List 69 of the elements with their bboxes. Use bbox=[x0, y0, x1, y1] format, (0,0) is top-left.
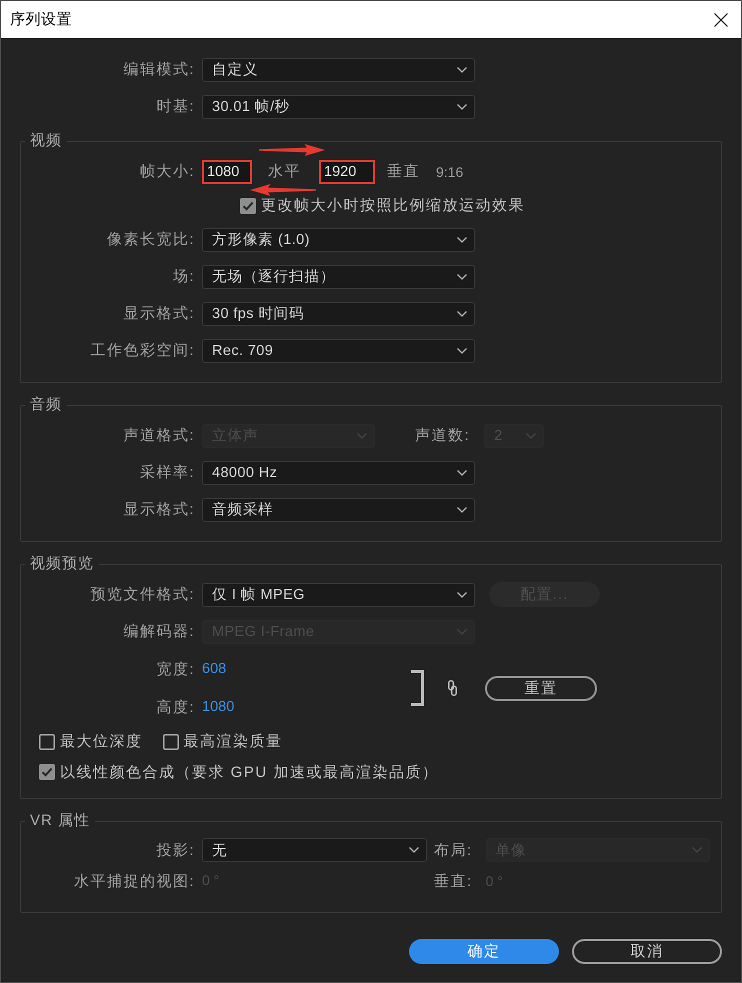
chevron-down-icon bbox=[457, 274, 467, 280]
dropdown[interactable]: 仅 I 帧 MPEG bbox=[202, 582, 475, 606]
chevron-down-icon bbox=[457, 348, 467, 354]
frame-height-field[interactable]: 1920 bbox=[319, 160, 375, 184]
dropdown[interactable]: 方形像素 (1.0) bbox=[202, 228, 475, 252]
confirm-button[interactable]: 确定 bbox=[409, 939, 559, 964]
field-label: 时基: bbox=[155, 97, 195, 116]
field-label: 宽度: bbox=[155, 660, 195, 678]
field-label: 预览文件格式: bbox=[89, 585, 195, 604]
section-title: 音频 bbox=[29, 397, 63, 413]
section-title: 视频 bbox=[29, 133, 63, 149]
cancel-button[interactable]: 取消 bbox=[572, 939, 722, 964]
checkbox-label: 更改帧大小时按照比例缩放运动效果 bbox=[261, 197, 525, 214]
field-label: 垂直 bbox=[387, 162, 420, 181]
field-label: 编辑模式: bbox=[122, 60, 195, 79]
checkbox[interactable] bbox=[162, 734, 178, 750]
dropdown[interactable]: 48000 Hz bbox=[202, 460, 475, 484]
window-title: 序列设置 bbox=[10, 10, 73, 29]
chevron-down-icon bbox=[457, 628, 467, 634]
dimension-value[interactable]: 608 bbox=[202, 661, 226, 677]
field-label: 声道数: bbox=[415, 426, 470, 445]
chevron-down-icon bbox=[692, 847, 702, 853]
checkbox-label: 以线性颜色合成（要求 GPU 加速或最高渲染品质） bbox=[60, 764, 438, 780]
checkbox-label: 最高渲染质量 bbox=[184, 733, 282, 750]
field-label: 采样率: bbox=[138, 463, 195, 482]
field-label: 显示格式: bbox=[122, 304, 195, 323]
dropdown[interactable]: 无场（逐行扫描） bbox=[202, 264, 475, 288]
dropdown[interactable]: 无 bbox=[202, 838, 427, 862]
dropdown[interactable]: 音频采样 bbox=[202, 498, 475, 522]
checkbox[interactable] bbox=[39, 764, 55, 780]
section-title: 视频预览 bbox=[29, 556, 95, 572]
close-icon bbox=[714, 12, 728, 26]
chevron-down-icon bbox=[457, 236, 467, 242]
chevron-down-icon bbox=[457, 66, 467, 72]
chevron-down-icon bbox=[526, 432, 536, 438]
field-label: 水平捕捉的视图: bbox=[72, 872, 195, 890]
field-label: 显示格式: bbox=[122, 500, 195, 519]
link-icon[interactable] bbox=[448, 680, 457, 696]
field-label: 工作色彩空间: bbox=[89, 341, 195, 360]
chevron-down-icon bbox=[457, 506, 467, 512]
field-label: 声道格式: bbox=[122, 426, 195, 445]
dropdown[interactable]: Rec. 709 bbox=[202, 338, 475, 362]
chevron-down-icon bbox=[457, 470, 467, 476]
checkbox-label: 最大位深度 bbox=[60, 733, 142, 750]
aspect-ratio-text: 9:16 bbox=[436, 164, 464, 180]
dropdown[interactable]: 30.01 帧/秒 bbox=[202, 94, 475, 118]
bracket-icon bbox=[411, 670, 424, 706]
field-label: 编解码器: bbox=[122, 622, 195, 641]
dimension-value[interactable]: 1080 bbox=[202, 699, 234, 715]
field-label: 高度: bbox=[155, 698, 195, 716]
chevron-down-icon bbox=[457, 104, 467, 110]
section-title: VR 属性 bbox=[29, 813, 92, 829]
frame-width-field[interactable]: 1080 bbox=[202, 160, 252, 184]
field-label: 布局: bbox=[434, 840, 473, 860]
chevron-down-icon bbox=[409, 847, 419, 853]
chevron-down-icon bbox=[457, 310, 467, 316]
field-label: 场: bbox=[172, 267, 195, 286]
dropdown[interactable]: 30 fps 时间码 bbox=[202, 302, 475, 326]
checkbox[interactable] bbox=[240, 198, 256, 214]
field-label: 帧大小: bbox=[138, 162, 195, 181]
checkbox[interactable] bbox=[39, 734, 55, 750]
chevron-down-icon bbox=[457, 592, 467, 598]
reset-button[interactable]: 重置 bbox=[485, 676, 597, 700]
field-label: 像素长宽比: bbox=[106, 230, 195, 249]
chevron-down-icon bbox=[357, 432, 367, 438]
field-label: 垂直: bbox=[434, 872, 473, 890]
dropdown[interactable]: 自定义 bbox=[202, 58, 475, 82]
field-label: 投影: bbox=[155, 840, 195, 860]
field-label: 水平 bbox=[268, 162, 301, 181]
